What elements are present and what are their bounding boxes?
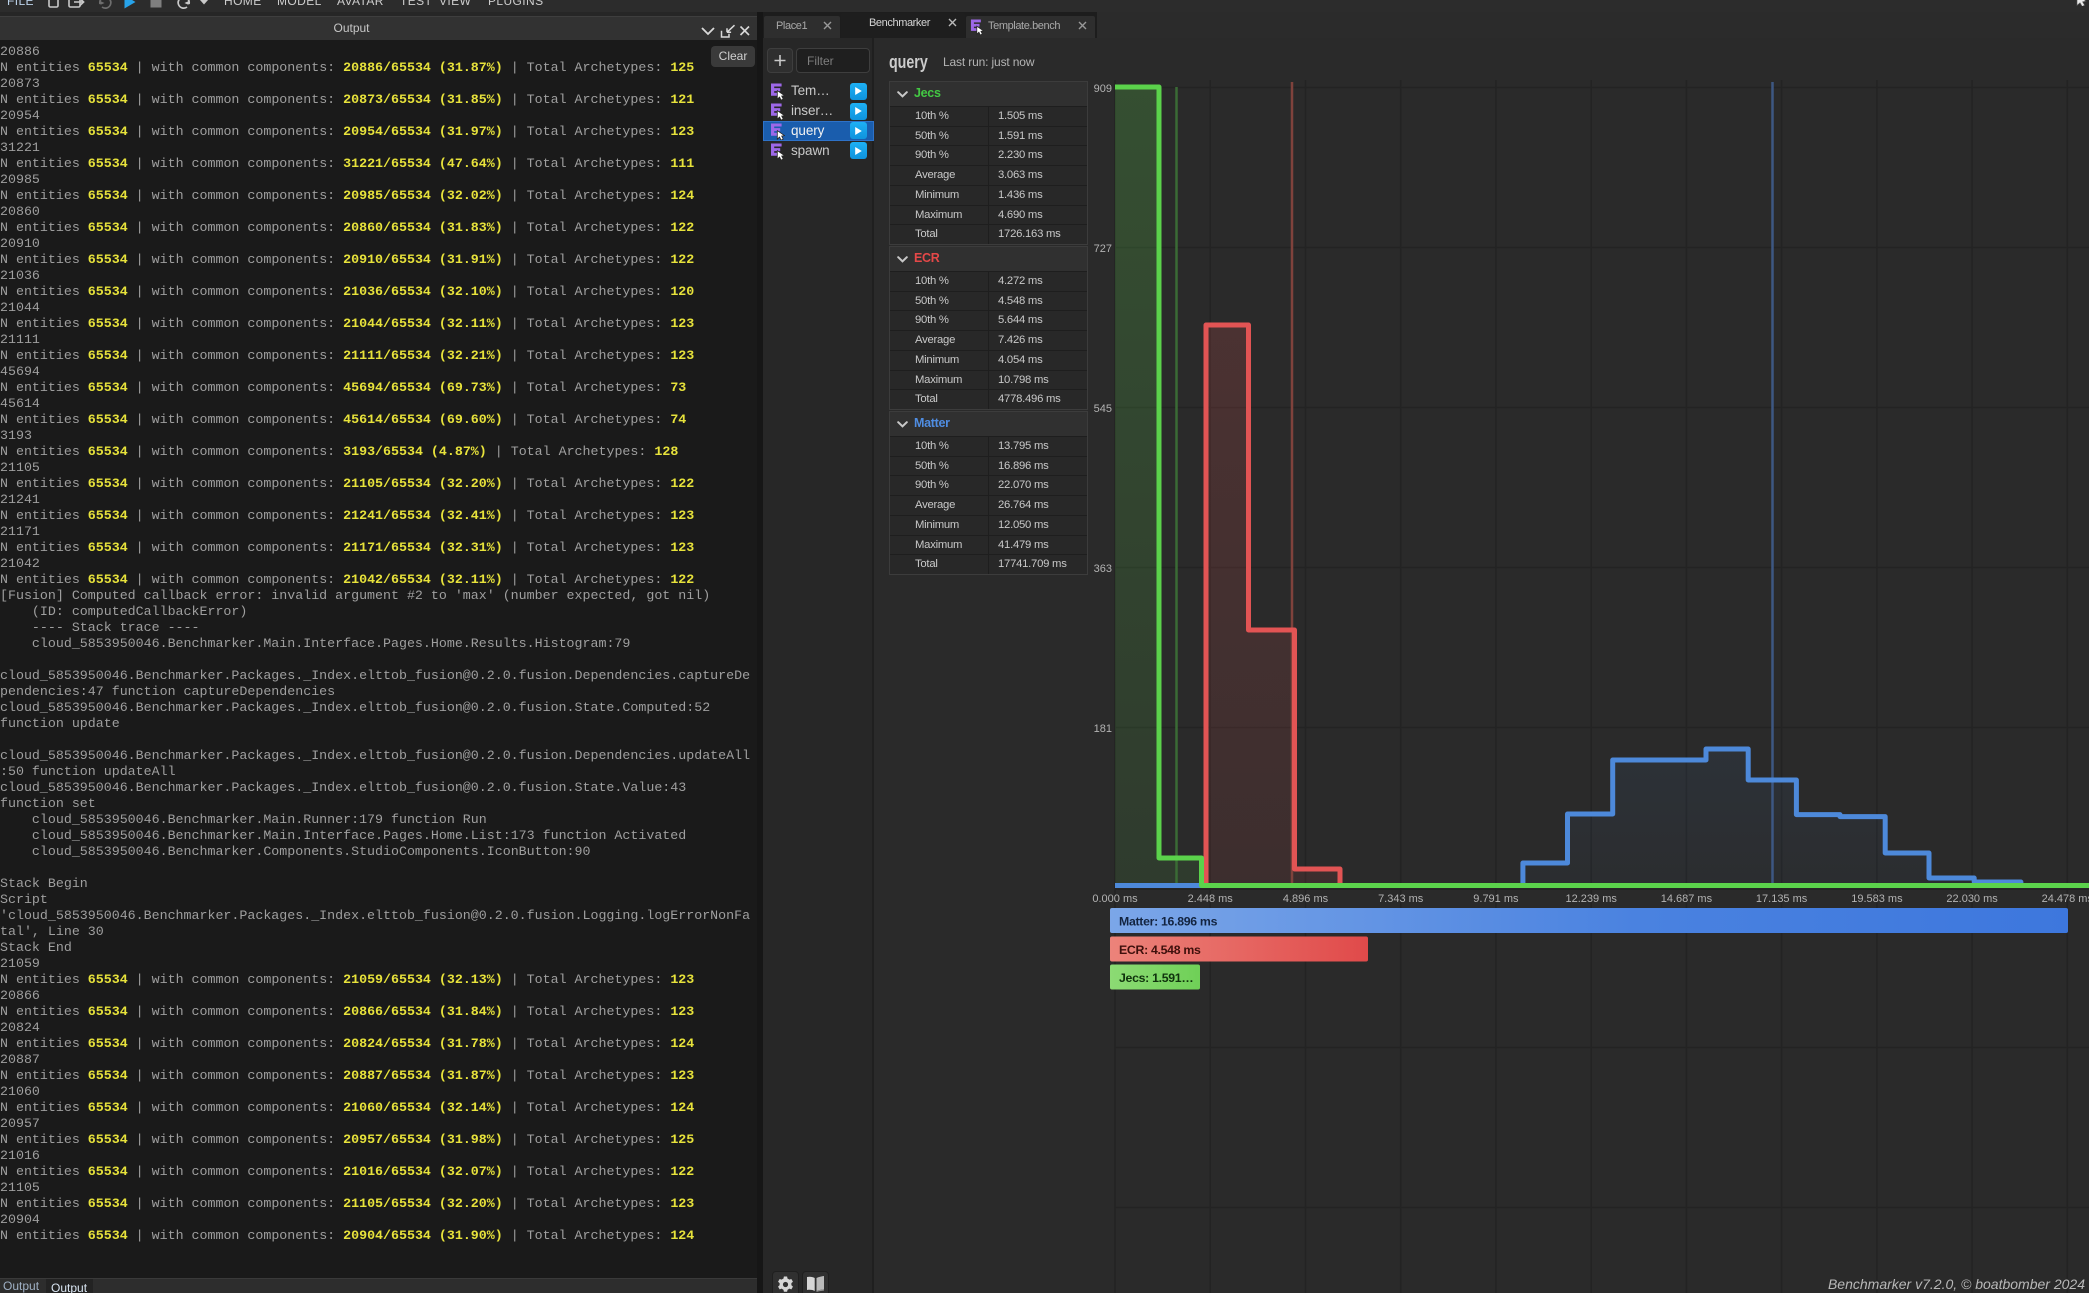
- svg-text:14.687 ms: 14.687 ms: [1661, 893, 1713, 905]
- svg-text:24.478 ms: 24.478 ms: [2042, 893, 2089, 905]
- svg-text:Jecs: 1.591…: Jecs: 1.591…: [1119, 971, 1193, 985]
- svg-text:181: 181: [1094, 723, 1112, 735]
- svg-text:19.583 ms: 19.583 ms: [1851, 893, 1903, 905]
- svg-text:2.448 ms: 2.448 ms: [1188, 893, 1234, 905]
- svg-text:0.000 ms: 0.000 ms: [1092, 893, 1138, 905]
- svg-text:22.030 ms: 22.030 ms: [1946, 893, 1998, 905]
- svg-text:4.896 ms: 4.896 ms: [1283, 893, 1329, 905]
- svg-text:545: 545: [1094, 403, 1112, 415]
- svg-text:17.135 ms: 17.135 ms: [1756, 893, 1808, 905]
- svg-text:363: 363: [1094, 563, 1112, 575]
- svg-text:7.343 ms: 7.343 ms: [1378, 893, 1424, 905]
- svg-text:9.791 ms: 9.791 ms: [1473, 893, 1519, 905]
- svg-text:ECR: 4.548 ms: ECR: 4.548 ms: [1119, 943, 1201, 957]
- svg-text:12.239 ms: 12.239 ms: [1566, 893, 1618, 905]
- svg-text:727: 727: [1094, 243, 1112, 255]
- svg-text:Matter: 16.896 ms: Matter: 16.896 ms: [1119, 915, 1218, 929]
- svg-text:909: 909: [1094, 83, 1112, 95]
